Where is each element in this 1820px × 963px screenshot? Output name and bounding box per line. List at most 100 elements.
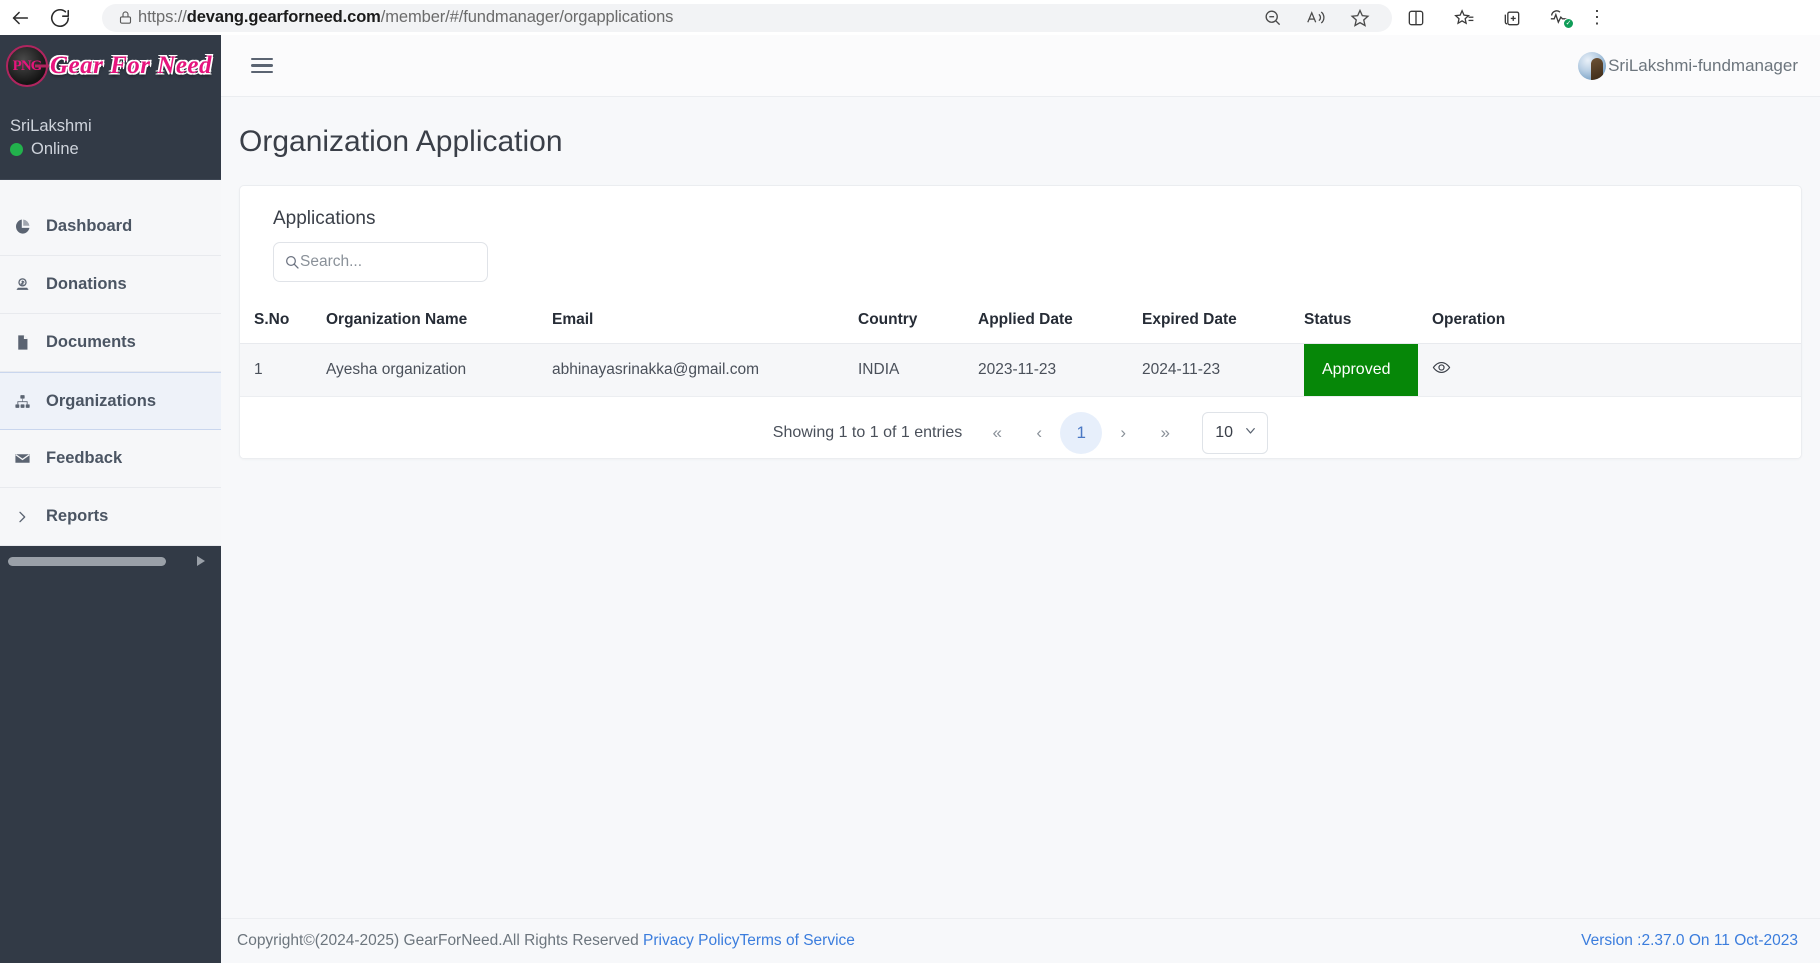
page-title: Organization Application [239, 125, 563, 158]
cell-status: Approved [1304, 343, 1432, 397]
terms-of-service-link[interactable]: Terms of Service [739, 932, 854, 949]
footer-version: Version :2.37.0 On 11 Oct-2023 [1581, 932, 1798, 949]
favorites-list-icon[interactable] [1440, 0, 1488, 35]
pagination-first-button[interactable]: « [976, 412, 1018, 454]
chevron-down-icon [1243, 423, 1258, 443]
app-page: PNG Gear For Need SriLakshmi Online Dash… [0, 35, 1820, 963]
reload-button[interactable] [40, 0, 80, 35]
pagination-page-1[interactable]: 1 [1060, 412, 1103, 454]
eye-icon[interactable] [1432, 358, 1451, 377]
chevron-right-icon [14, 509, 44, 525]
table-head: S.No Organization Name Email Country App… [240, 299, 1801, 344]
sidebar-item-label: Reports [46, 507, 109, 525]
card-title: Applications [273, 208, 376, 229]
cell-expired-date: 2024-11-23 [1142, 343, 1304, 397]
pagination-next-button[interactable]: › [1102, 412, 1144, 454]
online-status-dot-icon [10, 143, 23, 156]
split-screen-icon[interactable] [1392, 0, 1440, 35]
sidebar-user-name: SriLakshmi [10, 117, 92, 135]
sidebar: PNG Gear For Need SriLakshmi Online Dash… [0, 35, 221, 963]
sidebar-item-donations[interactable]: Donations [0, 256, 221, 314]
column-header-applied-date[interactable]: Applied Date [978, 299, 1142, 344]
footer-copyright: Copyright©(2024-2025) GearForNeed.All Ri… [237, 932, 855, 950]
search-input[interactable] [300, 253, 500, 271]
sidebar-item-label: Feedback [46, 449, 123, 467]
search-box[interactable] [273, 242, 500, 282]
applications-card: Applications S.No Organization Name Emai… [239, 185, 1802, 459]
scrollbar-thumb[interactable] [8, 556, 166, 566]
donation-icon [14, 276, 44, 293]
cell-operation [1432, 343, 1801, 397]
address-bar[interactable]: https://devang.gearforneed.com/member/#/… [102, 3, 1392, 32]
hamburger-icon[interactable] [251, 58, 279, 73]
column-header-email[interactable]: Email [552, 299, 858, 344]
pie-chart-icon [14, 218, 44, 235]
column-header-country[interactable]: Country [858, 299, 978, 344]
sidebar-item-label: Dashboard [46, 217, 133, 235]
column-header-organization-name[interactable]: Organization Name [326, 299, 552, 344]
page-size-select[interactable]: 10 [1202, 412, 1269, 454]
browser-toolbar: https://devang.gearforneed.com/member/#/… [0, 0, 1820, 35]
browser-right-icons: ✓ ⋮ [1392, 0, 1610, 35]
privacy-policy-link[interactable]: Privacy Policy [643, 932, 739, 949]
pagination-prev-button[interactable]: ‹ [1018, 412, 1060, 454]
sidebar-item-organizations[interactable]: Organizations [0, 372, 221, 430]
app-footer: Copyright©(2024-2025) GearForNeed.All Ri… [221, 918, 1820, 963]
favorite-star-icon[interactable] [1338, 4, 1382, 32]
back-button[interactable] [0, 0, 40, 35]
column-header-expired-date[interactable]: Expired Date [1142, 299, 1304, 344]
logo-mark-text: PNG [12, 57, 43, 74]
sidebar-horizontal-scrollbar[interactable] [0, 551, 221, 571]
lock-icon [112, 10, 138, 25]
sidebar-item-feedback[interactable]: Feedback [0, 430, 221, 488]
column-header-operation[interactable]: Operation [1432, 299, 1801, 344]
pagination-last-button[interactable]: » [1144, 412, 1186, 454]
card-header: Applications [240, 186, 1801, 282]
header-username: SriLakshmi-fundmanager [1608, 55, 1798, 75]
table-body: 1 Ayesha organization abhinayasrinakka@g… [240, 343, 1801, 397]
browser-essentials-icon[interactable]: ✓ [1536, 0, 1584, 35]
sidebar-user-status: Online [10, 140, 207, 159]
menu-top-spacer [0, 180, 221, 198]
collections-icon[interactable] [1488, 0, 1536, 35]
table-header-row: S.No Organization Name Email Country App… [240, 299, 1801, 344]
cell-country: INDIA [858, 343, 978, 397]
table-pagination: Showing 1 to 1 of 1 entries « ‹ 1 › » 10 [240, 397, 1801, 458]
applications-table: S.No Organization Name Email Country App… [240, 299, 1801, 397]
sidebar-status-label: Online [31, 140, 79, 158]
cell-applied-date: 2023-11-23 [978, 343, 1142, 397]
sidebar-item-reports[interactable]: Reports [0, 488, 221, 546]
brand-logo[interactable]: PNG Gear For Need [0, 35, 221, 97]
page-size-value: 10 [1215, 424, 1234, 441]
read-aloud-icon[interactable] [1294, 4, 1338, 32]
sidebar-item-dashboard[interactable]: Dashboard [0, 198, 221, 256]
zoom-out-icon[interactable] [1250, 4, 1294, 32]
app-header: SriLakshmi-fundmanager [221, 35, 1820, 97]
sitemap-icon [14, 393, 44, 410]
header-user-menu[interactable]: SriLakshmi-fundmanager [1578, 51, 1798, 80]
table-row[interactable]: 1 Ayesha organization abhinayasrinakka@g… [240, 343, 1801, 397]
cell-organization-name: Ayesha organization [326, 343, 552, 397]
sidebar-item-label: Organizations [46, 391, 157, 410]
url-text: https://devang.gearforneed.com/member/#/… [138, 8, 674, 26]
column-header-status[interactable]: Status [1304, 299, 1432, 344]
document-icon [14, 334, 44, 351]
cell-sno: 1 [240, 343, 326, 397]
sidebar-item-label: Donations [46, 275, 127, 293]
settings-more-icon[interactable]: ⋮ [1584, 0, 1610, 35]
search-icon [284, 254, 300, 270]
copyright-text: Copyright©(2024-2025) GearForNeed.All Ri… [237, 932, 643, 949]
avatar [1578, 51, 1607, 80]
brand-name: Gear For Need [50, 52, 213, 79]
sidebar-item-label: Documents [46, 333, 136, 351]
main-content: Organization Application Applications S.… [221, 97, 1820, 963]
scroll-right-arrow-icon[interactable] [197, 556, 205, 566]
column-header-sno[interactable]: S.No [240, 299, 326, 344]
sidebar-item-documents[interactable]: Documents [0, 314, 221, 372]
sidebar-user-block: SriLakshmi Online [0, 97, 221, 175]
envelope-icon [14, 450, 44, 467]
pagination-summary: Showing 1 to 1 of 1 entries [772, 424, 963, 441]
sidebar-nav: Dashboard Donations Documents Organizati… [0, 198, 221, 546]
logo-mark-icon: PNG [6, 45, 48, 87]
cell-email: abhinayasrinakka@gmail.com [552, 343, 858, 397]
